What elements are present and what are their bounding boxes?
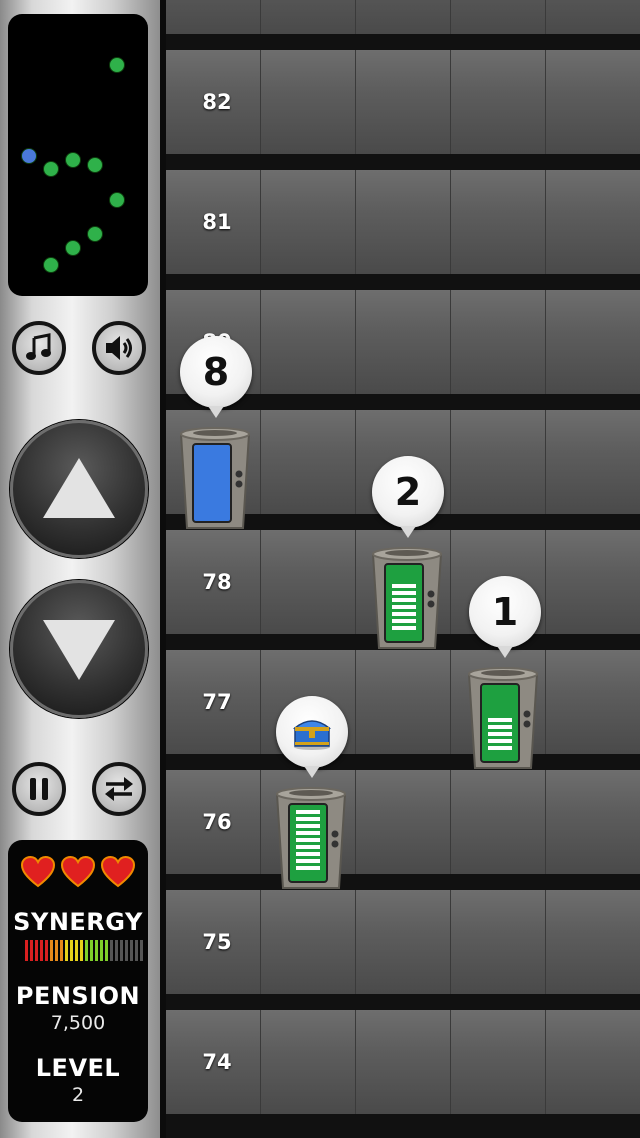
floor-row — [166, 0, 640, 34]
synergy-segment — [95, 940, 98, 961]
elevator-treasure[interactable] — [273, 786, 349, 890]
synergy-segment — [100, 940, 103, 961]
synergy-segment — [105, 940, 108, 961]
swap-arrows-icon — [105, 777, 133, 801]
elevator-2-passenger-bubble: 2 — [372, 456, 444, 538]
floor-row: 74 — [166, 1010, 640, 1114]
heart-icon — [101, 856, 135, 888]
synergy-meter — [25, 940, 143, 961]
floor-number: 74 — [202, 1050, 232, 1074]
elevator-1-passenger-bubble: 1 — [469, 576, 541, 658]
minimap-dot — [109, 192, 125, 208]
music-toggle-button[interactable] — [12, 321, 66, 375]
synergy-segment — [65, 940, 68, 961]
minimap-dot — [109, 57, 125, 73]
synergy-segment — [110, 940, 113, 961]
synergy-segment — [35, 940, 38, 961]
synergy-segment — [30, 940, 33, 961]
synergy-segment — [130, 940, 133, 961]
pause-button[interactable] — [12, 762, 66, 816]
level-label: LEVEL — [35, 1054, 121, 1082]
floor-row: 81 — [166, 170, 640, 274]
floor-row: 77 — [166, 650, 640, 754]
elevator-2[interactable] — [369, 546, 445, 650]
down-arrow-icon — [43, 620, 115, 680]
floor-number: 76 — [202, 810, 232, 834]
floor-number: 82 — [202, 90, 232, 114]
elevator-8[interactable] — [177, 426, 253, 530]
floor-number: 75 — [202, 930, 232, 954]
synergy-segment — [85, 940, 88, 961]
floor-number: 78 — [202, 570, 232, 594]
synergy-segment — [25, 940, 28, 961]
synergy-segment — [125, 940, 128, 961]
minimap-dot — [87, 157, 103, 173]
elevator-down-button[interactable] — [10, 580, 148, 718]
stats-panel: SYNERGY PENSION 7,500 LEVEL 2 — [8, 840, 148, 1122]
swap-button[interactable] — [92, 762, 146, 816]
synergy-segment — [120, 940, 123, 961]
pause-icon — [30, 778, 48, 800]
pension-value: 7,500 — [50, 1012, 106, 1034]
elevator-8-passenger-bubble: 8 — [180, 336, 252, 418]
minimap-dot — [65, 152, 81, 168]
minimap-dot — [87, 226, 103, 242]
minimap — [8, 14, 148, 296]
minimap-dot — [43, 257, 59, 273]
minimap-dot-current — [21, 148, 37, 164]
floor-number: 77 — [202, 690, 232, 714]
minimap-dot — [43, 161, 59, 177]
floor-row: 76 — [166, 770, 640, 874]
synergy-segment — [75, 940, 78, 961]
elevator-treasure-bubble — [276, 696, 348, 778]
treasure-chest-icon — [292, 720, 332, 750]
minimap-dot — [65, 240, 81, 256]
synergy-segment — [140, 940, 143, 961]
elevator-up-button[interactable] — [10, 420, 148, 558]
sound-toggle-button[interactable] — [92, 321, 146, 375]
synergy-segment — [90, 940, 93, 961]
floor-number: 81 — [202, 210, 232, 234]
synergy-segment — [70, 940, 73, 961]
synergy-segment — [55, 940, 58, 961]
elevator-shaft-view[interactable]: 82 81 80 78 77 76 75 74 8 2 — [166, 0, 640, 1138]
synergy-segment — [135, 940, 138, 961]
heart-icon — [21, 856, 55, 888]
synergy-segment — [115, 940, 118, 961]
heart-icon — [61, 856, 95, 888]
synergy-segment — [50, 940, 53, 961]
synergy-segment — [40, 940, 43, 961]
synergy-segment — [80, 940, 83, 961]
level-value: 2 — [71, 1084, 85, 1106]
synergy-segment — [60, 940, 63, 961]
speaker-icon — [106, 336, 132, 360]
lives — [8, 856, 148, 890]
up-arrow-icon — [43, 458, 115, 518]
floor-row: 82 — [166, 50, 640, 154]
music-note-icon — [26, 333, 51, 360]
synergy-label: SYNERGY — [13, 908, 143, 936]
synergy-segment — [45, 940, 48, 961]
floor-row: 75 — [166, 890, 640, 994]
pension-label: PENSION — [15, 982, 141, 1010]
elevator-1[interactable] — [465, 666, 541, 770]
control-panel: SYNERGY PENSION 7,500 LEVEL 2 — [0, 0, 166, 1138]
